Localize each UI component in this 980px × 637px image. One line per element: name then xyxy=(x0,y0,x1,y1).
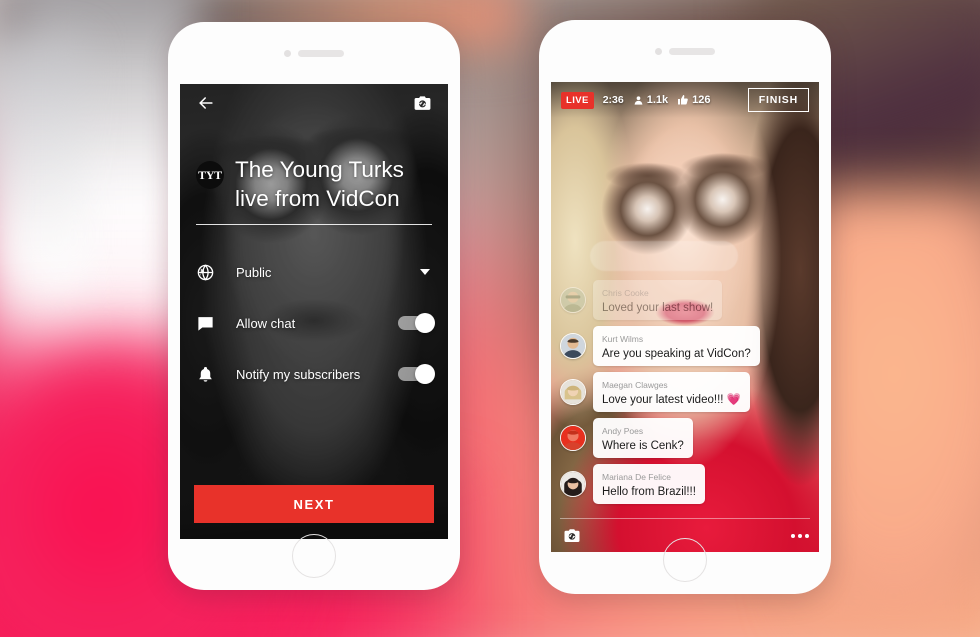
notify-subscribers-label: Notify my subscribers xyxy=(236,366,361,382)
thumbs-up-icon xyxy=(678,95,688,105)
avatar xyxy=(560,379,586,406)
earpiece-speaker xyxy=(669,47,715,55)
avatar xyxy=(560,425,586,452)
chat-text: Hello from Brazil!!! xyxy=(602,486,696,499)
finish-button[interactable]: FINISH xyxy=(747,88,809,112)
setting-row-allow-chat[interactable]: Allow chat xyxy=(196,302,435,344)
allow-chat-label: Allow chat xyxy=(236,315,296,331)
title-line-2: live from VidCon xyxy=(235,185,400,211)
blurred-background xyxy=(0,0,980,637)
setup-top-bar xyxy=(180,84,448,122)
phone-right: LIVE 2:36 1.1k 126 FINISH Chris Cooke Lo… xyxy=(539,20,831,594)
like-count: 126 xyxy=(677,94,711,106)
faded-chat-bubble xyxy=(590,241,738,272)
chat-message: Maegan Clawges Love your latest video!!!… xyxy=(560,372,750,413)
home-button[interactable] xyxy=(663,538,707,582)
camera-flip-icon[interactable] xyxy=(561,525,583,547)
channel-logo: TYT xyxy=(196,161,224,189)
chat-text: Are you speaking at VidCon? xyxy=(602,348,751,361)
chat-bubble: Maegan Clawges Love your latest video!!!… xyxy=(593,372,750,413)
viewer-count: 1.1k xyxy=(633,94,668,106)
live-chat-list: Chris Cooke Loved your last show! Kurt W… xyxy=(560,241,810,510)
chat-text: Love your latest video!!! 💗 xyxy=(602,394,741,407)
broadcast-title-input[interactable]: The Young Turks live from VidCon xyxy=(235,156,404,214)
live-badge: LIVE xyxy=(561,91,594,109)
chat-bubble: Kurt Wilms Are you speaking at VidCon? xyxy=(593,326,760,367)
title-line-1: The Young Turks xyxy=(235,157,404,182)
live-broadcast-screen: LIVE 2:36 1.1k 126 FINISH Chris Cooke Lo… xyxy=(551,82,819,552)
privacy-value: Public xyxy=(236,264,272,280)
chat-bubble-icon xyxy=(196,314,230,333)
back-arrow-icon[interactable] xyxy=(194,91,218,115)
avatar xyxy=(560,471,586,498)
front-camera-icon xyxy=(655,47,662,55)
chat-message: Mariana De Felice Hello from Brazil!!! xyxy=(560,464,705,504)
chat-message: Chris Cooke Loved your last show! xyxy=(560,280,723,321)
phone-left: TYT The Young Turks live from VidCon Pub… xyxy=(168,22,460,590)
chat-bubble: Andy Poes Where is Cenk? xyxy=(593,418,693,459)
camera-flip-icon[interactable] xyxy=(411,92,434,115)
chat-bubble: Mariana De Felice Hello from Brazil!!! xyxy=(593,464,705,504)
chat-bubble: Chris Cooke Loved your last show! xyxy=(593,280,723,321)
title-underline xyxy=(196,223,432,226)
notify-subscribers-toggle[interactable] xyxy=(398,364,435,384)
live-setup-screen: TYT The Young Turks live from VidCon Pub… xyxy=(180,84,448,539)
setting-row-notify-subscribers[interactable]: Notify my subscribers xyxy=(196,353,435,395)
person-icon xyxy=(634,95,643,105)
phone-left-top-bezel xyxy=(168,22,460,84)
earpiece-speaker xyxy=(298,49,344,57)
like-count-value: 126 xyxy=(692,94,711,106)
broadcast-status-bar: LIVE 2:36 1.1k 126 FINISH xyxy=(551,82,819,118)
viewer-count-value: 1.1k xyxy=(646,94,669,106)
chat-message: Kurt Wilms Are you speaking at VidCon? xyxy=(560,326,760,367)
broadcast-timer: 2:36 xyxy=(602,94,624,106)
more-options-icon[interactable] xyxy=(791,533,809,538)
broadcast-title-block: TYT The Young Turks live from VidCon xyxy=(196,156,432,226)
front-camera-icon xyxy=(284,49,291,57)
setting-row-privacy[interactable]: Public xyxy=(196,251,432,293)
chat-text: Loved your last show! xyxy=(602,302,714,315)
bell-icon xyxy=(196,365,230,384)
chat-text: Where is Cenk? xyxy=(602,440,684,453)
home-button[interactable] xyxy=(292,534,336,578)
chat-author: Andy Poes xyxy=(602,426,644,437)
chat-author: Mariana De Felice xyxy=(602,472,671,483)
phone-right-top-bezel xyxy=(539,20,831,82)
chat-message: Andy Poes Where is Cenk? xyxy=(560,418,693,459)
globe-icon xyxy=(196,263,230,282)
chat-author: Maegan Clawges xyxy=(602,380,668,391)
chat-author: Kurt Wilms xyxy=(602,334,644,345)
avatar xyxy=(560,333,586,360)
next-button[interactable]: NEXT xyxy=(194,485,434,523)
chat-author: Chris Cooke xyxy=(602,288,649,299)
broadcast-settings-list: Public Allow chat Notify my subscribers xyxy=(196,251,435,404)
chevron-down-icon[interactable] xyxy=(420,269,430,275)
allow-chat-toggle[interactable] xyxy=(398,313,435,333)
avatar xyxy=(560,287,586,314)
